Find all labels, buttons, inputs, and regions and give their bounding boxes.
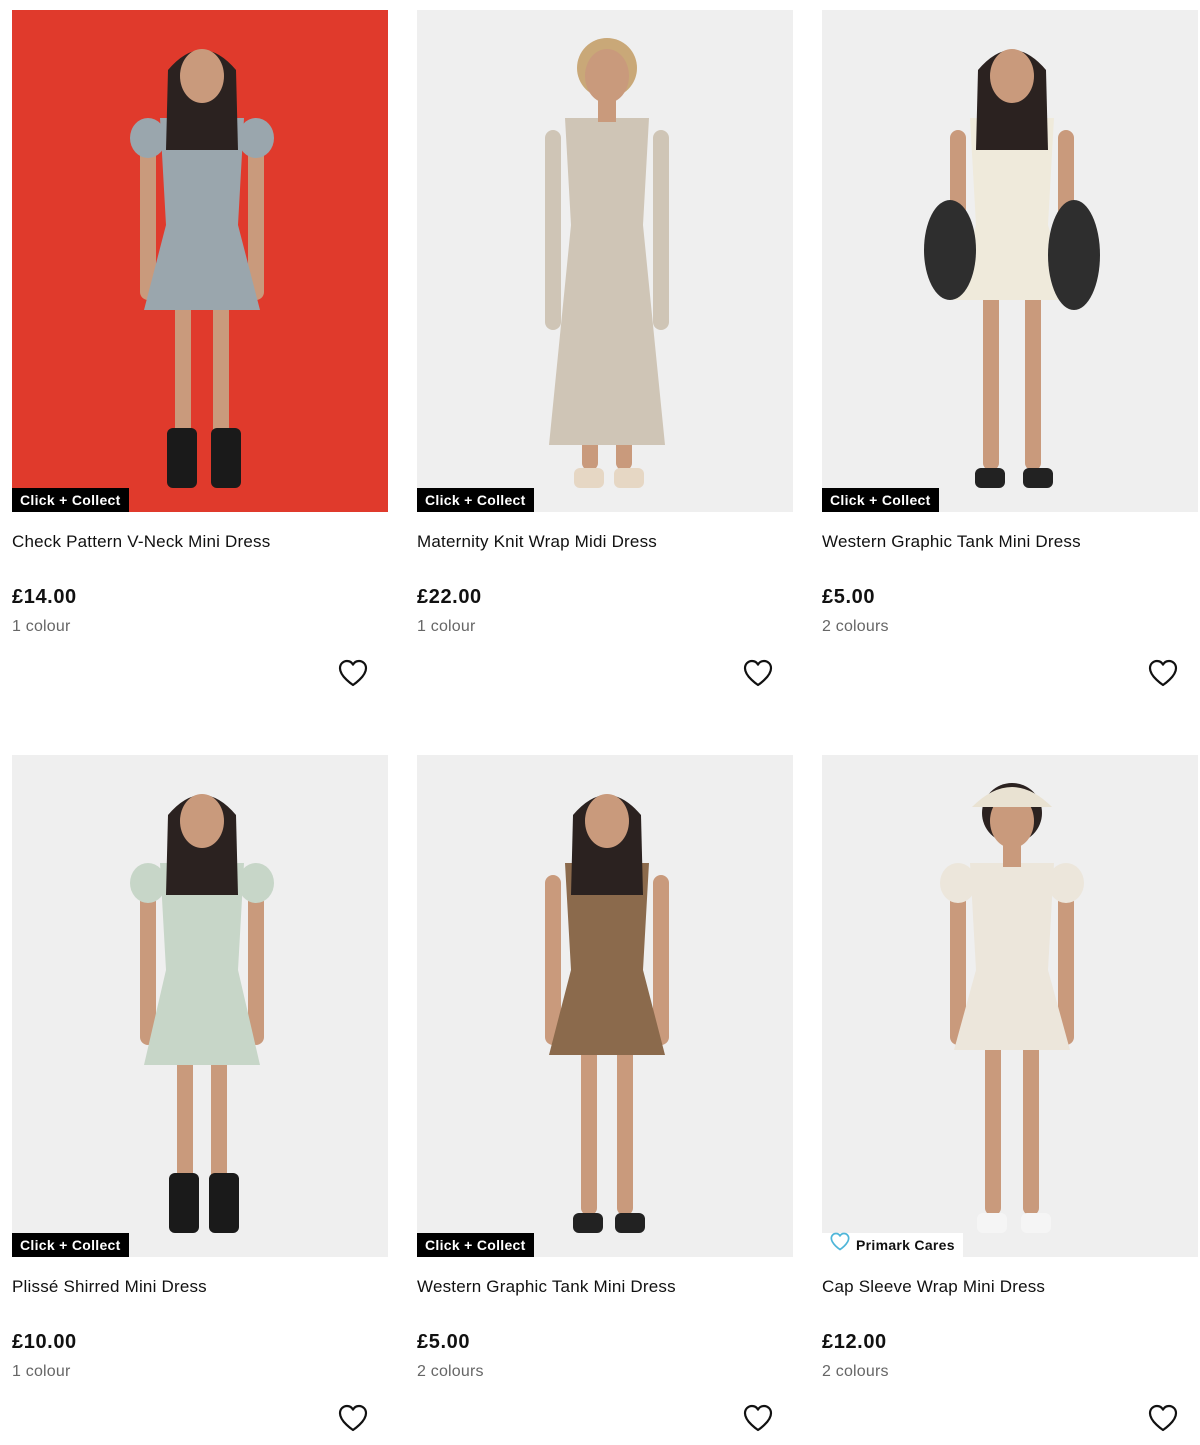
colour-count: 1 colour — [12, 1363, 71, 1380]
sleeve — [238, 118, 274, 158]
product-photo-illustration — [417, 755, 793, 1257]
heart-outline-icon — [743, 1404, 773, 1437]
product-title[interactable]: Maternity Knit Wrap Midi Dress — [417, 532, 657, 552]
click-collect-badge: Click + Collect — [822, 488, 939, 512]
leg — [1025, 290, 1041, 470]
product-price: £5.00 — [822, 586, 876, 608]
click-collect-badge: Click + Collect — [417, 1233, 534, 1257]
leg — [581, 1045, 597, 1215]
product-grid: Click + Collect Check Pattern V-Neck Min… — [0, 0, 1200, 1438]
heart-outline-icon — [338, 1404, 368, 1437]
add-to-wishlist-button[interactable] — [1146, 1403, 1180, 1437]
product-image[interactable]: Click + Collect — [417, 10, 793, 512]
face — [180, 49, 224, 103]
add-to-wishlist-button[interactable] — [1146, 658, 1180, 692]
product-card[interactable]: Primark Cares Cap Sleeve Wrap Mini Dress… — [822, 755, 1198, 1445]
shoe — [167, 428, 197, 488]
product-card[interactable]: Click + Collect Check Pattern V-Neck Min… — [12, 10, 388, 700]
add-to-wishlist-button[interactable] — [336, 658, 370, 692]
colour-count: 2 colours — [417, 1363, 484, 1380]
shoe — [615, 1213, 645, 1233]
leg — [1023, 1040, 1039, 1215]
heart-outline-icon — [830, 1232, 850, 1257]
product-price: £10.00 — [12, 1331, 77, 1353]
jacket — [924, 200, 976, 300]
primark-cares-label: Primark Cares — [856, 1237, 955, 1253]
click-collect-badge: Click + Collect — [12, 1233, 129, 1257]
product-card[interactable]: Click + Collect Western Graphic Tank Min… — [417, 755, 793, 1445]
shoe — [975, 468, 1005, 488]
shoe — [1021, 1213, 1051, 1233]
product-image[interactable]: Primark Cares — [822, 755, 1198, 1257]
product-price: £22.00 — [417, 586, 482, 608]
colour-count: 1 colour — [12, 618, 71, 635]
colour-count: 2 colours — [822, 618, 889, 635]
primark-cares-badge: Primark Cares — [822, 1232, 963, 1257]
product-title[interactable]: Check Pattern V-Neck Mini Dress — [12, 532, 270, 552]
product-price: £5.00 — [417, 1331, 471, 1353]
shoe — [614, 468, 644, 488]
arm — [653, 130, 669, 330]
add-to-wishlist-button[interactable] — [741, 658, 775, 692]
sleeve — [940, 863, 976, 903]
product-title[interactable]: Plissé Shirred Mini Dress — [12, 1277, 207, 1297]
product-photo-illustration — [417, 10, 793, 512]
heart-outline-icon — [1148, 659, 1178, 692]
product-photo-illustration — [822, 10, 1198, 512]
product-price: £14.00 — [12, 586, 77, 608]
heart-outline-icon — [1148, 1404, 1178, 1437]
shoe — [573, 1213, 603, 1233]
product-image[interactable]: Click + Collect — [12, 755, 388, 1257]
shoe — [977, 1213, 1007, 1233]
product-image[interactable]: Click + Collect — [417, 755, 793, 1257]
sleeve — [130, 118, 166, 158]
sleeve — [130, 863, 166, 903]
shoe — [209, 1173, 239, 1233]
product-image[interactable]: Click + Collect — [12, 10, 388, 512]
leg — [985, 1040, 1001, 1215]
sleeve — [1048, 863, 1084, 903]
add-to-wishlist-button[interactable] — [741, 1403, 775, 1437]
face — [990, 49, 1034, 103]
sleeve — [238, 863, 274, 903]
click-collect-badge: Click + Collect — [12, 488, 129, 512]
arm — [545, 130, 561, 330]
product-card[interactable]: Click + Collect Maternity Knit Wrap Midi… — [417, 10, 793, 700]
product-title[interactable]: Western Graphic Tank Mini Dress — [417, 1277, 676, 1297]
leg — [617, 1045, 633, 1215]
product-photo-illustration — [12, 10, 388, 512]
product-card[interactable]: Click + Collect Western Graphic Tank Min… — [822, 10, 1198, 700]
click-collect-badge: Click + Collect — [417, 488, 534, 512]
heart-outline-icon — [743, 659, 773, 692]
colour-count: 2 colours — [822, 1363, 889, 1380]
product-title[interactable]: Western Graphic Tank Mini Dress — [822, 532, 1081, 552]
add-to-wishlist-button[interactable] — [336, 1403, 370, 1437]
face — [585, 794, 629, 848]
product-title[interactable]: Cap Sleeve Wrap Mini Dress — [822, 1277, 1045, 1297]
leg — [983, 290, 999, 470]
product-card[interactable]: Click + Collect Plissé Shirred Mini Dres… — [12, 755, 388, 1445]
jacket — [1048, 200, 1100, 310]
shoe — [1023, 468, 1053, 488]
colour-count: 1 colour — [417, 618, 476, 635]
shoe — [169, 1173, 199, 1233]
product-photo-illustration — [822, 755, 1198, 1257]
shoe — [574, 468, 604, 488]
product-price: £12.00 — [822, 1331, 887, 1353]
face — [585, 49, 629, 103]
heart-outline-icon — [338, 659, 368, 692]
shoe — [211, 428, 241, 488]
product-photo-illustration — [12, 755, 388, 1257]
product-image[interactable]: Click + Collect — [822, 10, 1198, 512]
face — [180, 794, 224, 848]
